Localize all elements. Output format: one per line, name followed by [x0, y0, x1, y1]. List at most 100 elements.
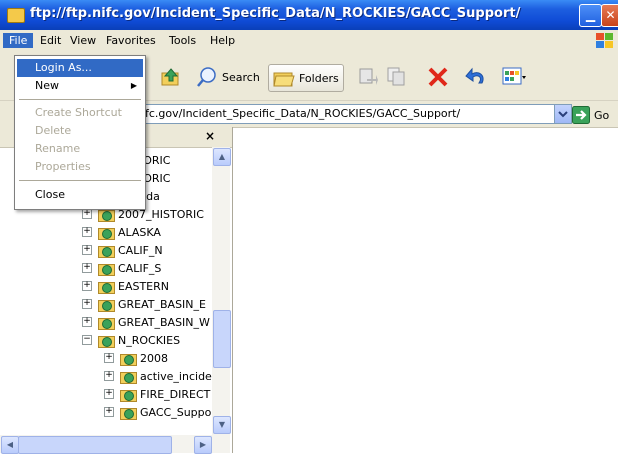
tree-item-label: GREAT_BASIN_W	[118, 315, 210, 329]
expand-icon[interactable]: +	[82, 245, 92, 255]
tree-item-label: ALASKA	[118, 225, 161, 239]
tree-item-label: GREAT_BASIN_E	[118, 297, 206, 311]
ftp-folder-icon	[120, 351, 137, 366]
tree-item[interactable]: + GREAT_BASIN_E	[82, 295, 206, 313]
vertical-scroll-thumb[interactable]	[213, 310, 231, 368]
expand-icon[interactable]: +	[104, 389, 114, 399]
ftp-folder-icon	[98, 243, 115, 258]
scroll-up-button[interactable]: ▲	[213, 148, 231, 166]
chevron-down-icon	[558, 111, 568, 118]
menu-item-properties: Properties	[35, 160, 91, 173]
menu-separator	[19, 180, 141, 181]
ftp-folder-icon	[98, 279, 115, 294]
menu-tools[interactable]: Tools	[163, 33, 202, 48]
menu-separator	[19, 99, 141, 100]
horizontal-scrollbar[interactable]: ◀ ▶	[0, 435, 230, 454]
ftp-folder-icon	[98, 315, 115, 330]
expand-icon[interactable]: +	[82, 281, 92, 291]
undo-button[interactable]	[464, 64, 488, 90]
tree-item[interactable]: + EASTERN	[82, 277, 169, 295]
close-button[interactable]: ✕	[601, 4, 618, 27]
search-button[interactable]: Search	[196, 64, 260, 90]
tree-item[interactable]: + GACC_Suppo	[104, 403, 211, 421]
tree-item[interactable]: +2008	[104, 349, 168, 367]
tree-item[interactable]: + GREAT_BASIN_W	[82, 313, 210, 331]
tree-item-label: FIRE_DIRECT	[140, 387, 211, 401]
address-value: fc.gov/Incident_Specific_Data/N_ROCKIES/…	[145, 107, 461, 120]
menu-help[interactable]: Help	[204, 33, 241, 48]
menu-item-rename: Rename	[35, 142, 81, 155]
menu-favorites[interactable]: Favorites	[100, 33, 162, 48]
horizontal-scroll-thumb[interactable]	[18, 436, 172, 454]
menu-item-create-shortcut: Create Shortcut	[35, 106, 122, 119]
tree-item-label: N_ROCKIES	[118, 333, 181, 347]
submenu-arrow-icon: ▶	[130, 81, 137, 90]
tree-item-label: EASTERN	[118, 279, 169, 293]
menu-item-close[interactable]: Close	[17, 186, 143, 204]
address-input[interactable]: fc.gov/Incident_Specific_Data/N_ROCKIES/…	[140, 104, 572, 124]
tree-item-label: 2008	[140, 351, 168, 365]
menu-file[interactable]: File	[3, 33, 34, 48]
ftp-folder-icon	[98, 261, 115, 276]
copy-to-button[interactable]	[386, 64, 408, 90]
expand-icon[interactable]: +	[104, 353, 114, 363]
expand-icon[interactable]: +	[104, 407, 114, 417]
expand-icon[interactable]: +	[82, 317, 92, 327]
search-icon	[197, 67, 216, 87]
tree-item-label: active_incider	[140, 369, 212, 383]
delete-icon	[428, 67, 448, 87]
undo-icon	[465, 67, 484, 84]
minimize-button[interactable]: ▁	[579, 4, 602, 27]
ftp-folder-icon	[120, 369, 137, 384]
menu-item-new[interactable]: New ▶	[17, 77, 143, 95]
ftp-folder-icon	[98, 333, 115, 348]
ftp-folder-icon	[98, 225, 115, 240]
tree-item[interactable]: + FIRE_DIRECT	[104, 385, 210, 403]
folders-button[interactable]: Folders	[268, 64, 344, 92]
menu-item-new-label: New	[35, 79, 59, 92]
move-to-button[interactable]	[357, 64, 379, 90]
menu-item-login-as[interactable]: Login As...	[17, 59, 143, 77]
tree-item[interactable]: + CALIF_S	[82, 259, 161, 277]
up-folder-button[interactable]	[160, 64, 182, 90]
ftp-folder-icon	[120, 405, 137, 420]
address-dropdown-button[interactable]	[554, 105, 571, 123]
scroll-left-button[interactable]: ◀	[1, 436, 19, 454]
tree-item[interactable]: + CALIF_N	[82, 241, 163, 259]
menu-edit[interactable]: Edit	[34, 33, 67, 48]
go-button[interactable]: Go	[572, 106, 609, 124]
tree-item-label: CALIF_N	[118, 243, 163, 257]
tree-item-label: GACC_Suppo	[140, 405, 212, 419]
file-menu-dropdown: Login As... New ▶ Create Shortcut Delete…	[14, 55, 146, 210]
search-label: Search	[222, 70, 260, 84]
minimize-icon: ▁	[585, 8, 596, 22]
scroll-down-button[interactable]: ▼	[213, 416, 231, 434]
scroll-right-button[interactable]: ▶	[194, 436, 212, 454]
menu-item-delete: Delete	[35, 124, 72, 137]
views-button[interactable]	[502, 64, 526, 90]
expand-icon[interactable]: +	[82, 263, 92, 273]
ftp-folder-icon	[7, 8, 25, 23]
window-title: ftp://ftp.nifc.gov/Incident_Specific_Dat…	[30, 6, 521, 21]
folders-icon	[273, 72, 295, 87]
views-icon	[502, 67, 526, 85]
expand-icon[interactable]: +	[82, 227, 92, 237]
close-icon: ✕	[605, 8, 616, 22]
tree-item[interactable]: + ALASKA	[82, 223, 161, 241]
tree-item[interactable]: + active_incider	[104, 367, 212, 385]
expand-icon[interactable]: +	[82, 209, 92, 219]
delete-button[interactable]	[426, 64, 450, 90]
up-folder-icon	[161, 68, 179, 86]
tree-item-label: CALIF_S	[118, 261, 162, 275]
go-label: Go	[594, 108, 610, 122]
vertical-scrollbar[interactable]: ▲ ▼	[212, 147, 231, 435]
move-to-icon	[359, 68, 378, 85]
folders-pane-close-button[interactable]: ×	[205, 129, 215, 143]
expand-icon[interactable]: +	[104, 371, 114, 381]
menu-bar: File Edit View Favorites Tools Help	[0, 30, 618, 53]
menu-view[interactable]: View	[64, 33, 102, 48]
tree-item[interactable]: − N_ROCKIES	[82, 331, 180, 349]
expand-icon[interactable]: +	[82, 299, 92, 309]
collapse-icon[interactable]: −	[82, 335, 92, 345]
go-arrow-icon	[572, 106, 590, 124]
